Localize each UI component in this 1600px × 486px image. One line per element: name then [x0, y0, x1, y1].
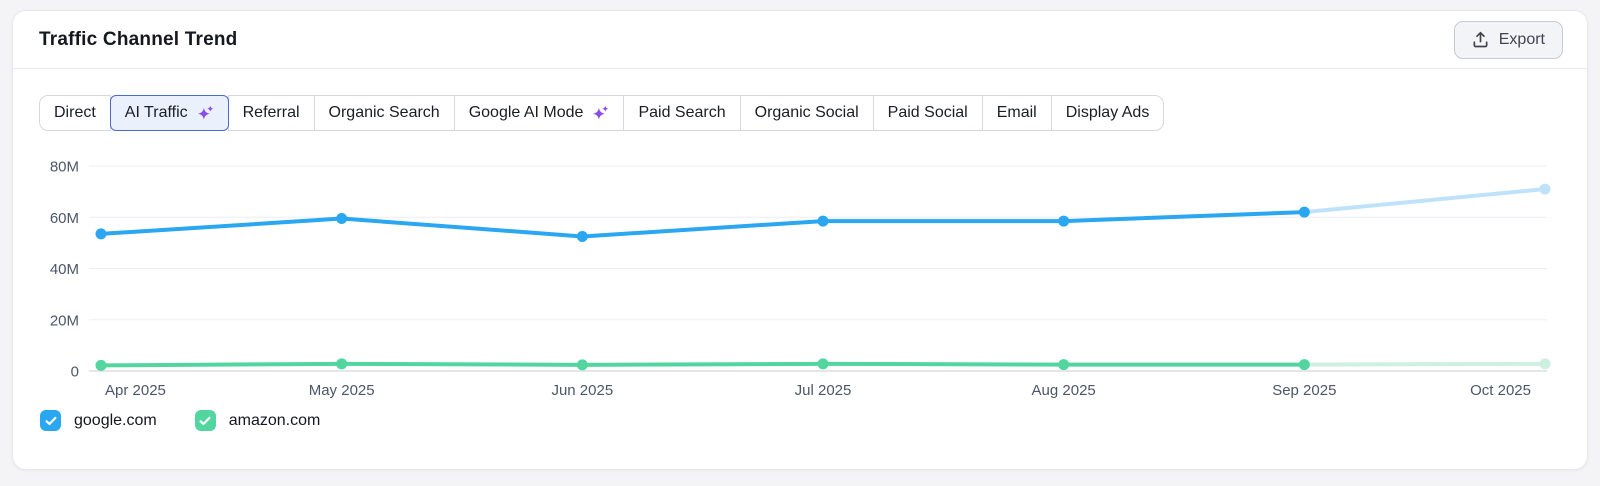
tab-referral[interactable]: Referral: [228, 95, 315, 131]
data-point-google-com[interactable]: [96, 228, 107, 239]
tab-label: AI Traffic: [125, 104, 188, 122]
x-axis-tick-label: Sep 2025: [1272, 382, 1336, 399]
tab-paid-social[interactable]: Paid Social: [873, 95, 983, 131]
page-title: Traffic Channel Trend: [39, 29, 237, 51]
tab-direct[interactable]: Direct: [39, 95, 111, 131]
tab-organic-search[interactable]: Organic Search: [314, 95, 455, 131]
chart-legend: google.com amazon.com: [40, 410, 1561, 431]
export-button[interactable]: Export: [1454, 21, 1563, 59]
data-point-google-com[interactable]: [818, 216, 829, 227]
data-point-amazon-com[interactable]: [336, 358, 347, 369]
tab-paid-search[interactable]: Paid Search: [623, 95, 740, 131]
export-label: Export: [1499, 31, 1545, 49]
y-axis-tick-label: 80M: [50, 159, 79, 176]
y-axis-tick-label: 60M: [50, 210, 79, 227]
x-axis-tick-label: Aug 2025: [1032, 382, 1096, 399]
tab-label: Organic Search: [329, 104, 440, 122]
export-icon: [1472, 31, 1489, 48]
data-point-google-com[interactable]: [1058, 216, 1069, 227]
data-point-google-com[interactable]: [1540, 184, 1551, 195]
traffic-trend-chart: 0 20M 40M 60M 80M Apr 2025 May 2025 Jun 2025 Jul…: [13, 150, 1587, 402]
legend-label: google.com: [74, 412, 157, 430]
data-point-amazon-com[interactable]: [818, 358, 829, 369]
y-axis-tick-label: 40M: [50, 261, 79, 278]
y-axis-tick-label: 0: [71, 364, 79, 381]
tab-label: Referral: [243, 104, 300, 122]
tab-label: Direct: [54, 104, 96, 122]
data-point-google-com[interactable]: [336, 213, 347, 224]
x-axis-tick-label: May 2025: [309, 382, 375, 399]
legend-label: amazon.com: [229, 412, 321, 430]
chart-area: 0 20M 40M 60M 80M Apr 2025 May 2025 Jun 2025 Jul…: [13, 150, 1587, 402]
checkmark-icon: [45, 416, 57, 426]
page-background: { "header": { "title": "Traffic Channel …: [0, 0, 1600, 486]
data-point-amazon-com[interactable]: [1299, 359, 1310, 370]
tab-label: Paid Search: [638, 104, 725, 122]
y-axis-tick-label: 20M: [50, 312, 79, 329]
ai-sparkle-icon: [592, 105, 609, 122]
x-axis-tick-label: Oct 2025: [1470, 382, 1531, 399]
tab-label: Google AI Mode: [469, 104, 584, 122]
series-checkbox[interactable]: [195, 410, 216, 431]
tab-email[interactable]: Email: [982, 95, 1052, 131]
x-axis-tick-label: Jun 2025: [551, 382, 613, 399]
tab-ai-traffic[interactable]: AI Traffic: [110, 95, 229, 131]
tab-display-ads[interactable]: Display Ads: [1051, 95, 1165, 131]
data-point-google-com[interactable]: [577, 231, 588, 242]
data-point-amazon-com[interactable]: [577, 359, 588, 370]
card-header: Traffic Channel Trend Export: [13, 11, 1587, 69]
data-point-amazon-com[interactable]: [1058, 359, 1069, 370]
data-point-amazon-com[interactable]: [96, 360, 107, 371]
channel-tab-bar: Direct AI Traffic Referral Organic Search G…: [39, 95, 1164, 131]
tab-label: Display Ads: [1066, 104, 1150, 122]
ai-sparkle-icon: [197, 105, 214, 122]
x-axis-tick-label: Jul 2025: [795, 382, 852, 399]
checkmark-icon: [199, 416, 211, 426]
tab-organic-social[interactable]: Organic Social: [740, 95, 874, 131]
data-point-google-com[interactable]: [1299, 207, 1310, 218]
tab-google-ai-mode[interactable]: Google AI Mode: [454, 95, 625, 131]
legend-item-amazon-com[interactable]: amazon.com: [195, 410, 321, 431]
x-axis-tick-label: Apr 2025: [105, 382, 166, 399]
data-point-amazon-com[interactable]: [1540, 358, 1551, 369]
series-checkbox[interactable]: [40, 410, 61, 431]
tab-label: Organic Social: [755, 104, 859, 122]
legend-item-google-com[interactable]: google.com: [40, 410, 157, 431]
traffic-channel-trend-card: Traffic Channel Trend Export Direct AI Tr…: [12, 10, 1588, 470]
tab-label: Paid Social: [888, 104, 968, 122]
tab-label: Email: [997, 104, 1037, 122]
